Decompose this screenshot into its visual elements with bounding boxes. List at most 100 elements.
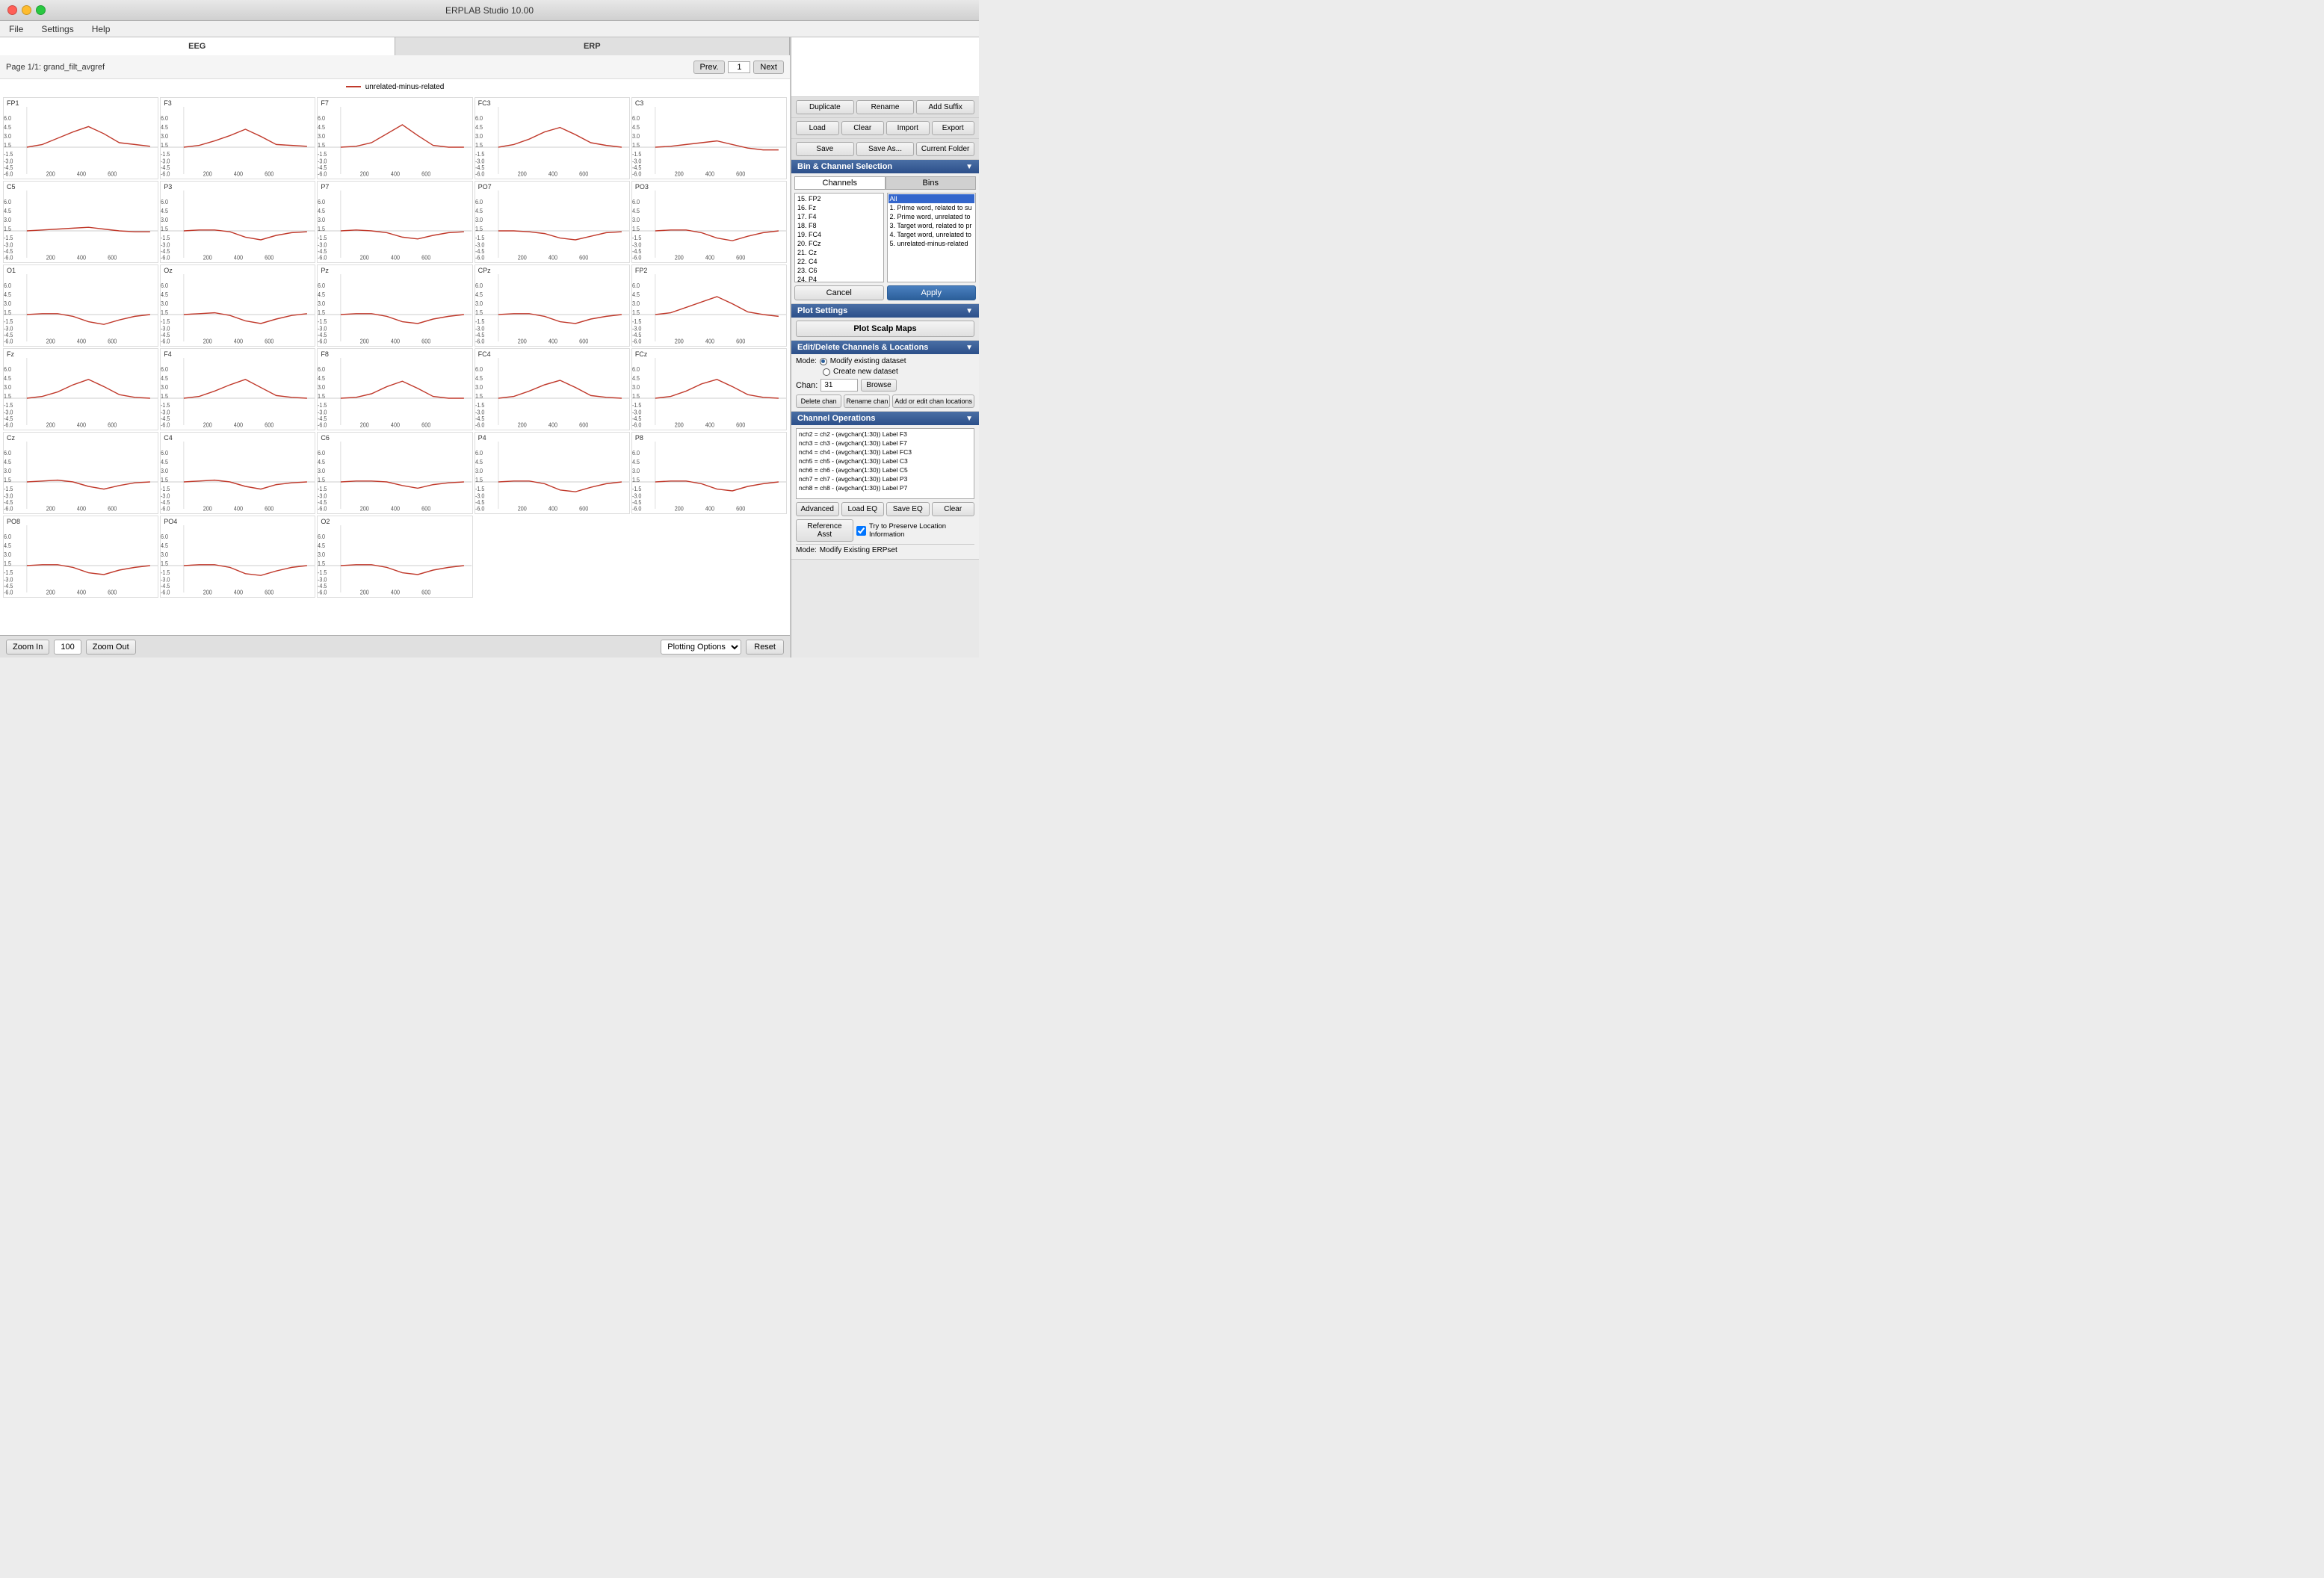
bin-list-item-5[interactable]: 5. unrelated-minus-related <box>889 239 975 248</box>
menu-help[interactable]: Help <box>89 22 114 36</box>
preserve-checkbox[interactable] <box>856 526 866 536</box>
channel-cell-C6[interactable]: C6 6.04.53.01.5-1.5-3.0-4.5-6.0 20040060… <box>317 432 472 514</box>
channel-cell-P8[interactable]: P8 6.04.53.01.5-1.5-3.0-4.5-6.0 20040060… <box>631 432 787 514</box>
import-button[interactable]: Import <box>886 121 930 135</box>
channel-list-item-2[interactable]: 17. F4 <box>796 212 883 221</box>
advanced-button[interactable]: Advanced <box>796 502 839 516</box>
save-eq-button[interactable]: Save EQ <box>886 502 930 516</box>
maximize-button[interactable] <box>36 5 46 15</box>
chan-ops-clear-button[interactable]: Clear <box>932 502 975 516</box>
window-controls[interactable] <box>7 5 46 15</box>
browse-button[interactable]: Browse <box>861 379 896 392</box>
tab-eeg[interactable]: EEG <box>0 37 395 55</box>
add-suffix-button[interactable]: Add Suffix <box>916 100 974 114</box>
chan-input[interactable] <box>820 379 858 392</box>
page-number-input[interactable] <box>728 61 750 73</box>
chan-ops-header[interactable]: Channel Operations ▼ <box>791 412 979 425</box>
channel-cell-F7[interactable]: F7 6.0 4.5 3.0 1.5 -1.5 -3.0 -4.5 -6.0 2… <box>317 97 472 179</box>
bins-list[interactable]: All 1. Prime word, related to su 2. Prim… <box>887 193 977 282</box>
channel-label-FP1: FP1 <box>7 99 19 107</box>
radio-create-new[interactable] <box>823 368 830 376</box>
channel-cell-Fz[interactable]: Fz 6.04.53.01.5-1.5-3.0-4.5-6.0 20040060… <box>3 348 158 430</box>
bin-channel-header[interactable]: Bin & Channel Selection ▼ <box>791 160 979 173</box>
bc-cancel-button[interactable]: Cancel <box>794 285 884 300</box>
channel-cell-O2[interactable]: O2 6.04.53.01.5-1.5-3.0-4.5-6.0 20040060… <box>317 516 472 598</box>
bin-list-item-3[interactable]: 3. Target word, related to pr <box>889 221 975 230</box>
add-edit-locs-button[interactable]: Add or edit chan locations <box>892 394 974 408</box>
current-folder-button[interactable]: Current Folder <box>916 142 974 156</box>
export-button[interactable]: Export <box>932 121 975 135</box>
channel-cell-PO8[interactable]: PO8 6.04.53.01.5-1.5-3.0-4.5-6.0 2004006… <box>3 516 158 598</box>
menu-settings[interactable]: Settings <box>38 22 76 36</box>
channel-cell-P3[interactable]: P3 6.04.53.01.5-1.5-3.0-4.5-6.0 20040060… <box>160 181 315 263</box>
channel-list-item-0[interactable]: 15. FP2 <box>796 194 883 203</box>
channel-list-item-4[interactable]: 19. FC4 <box>796 230 883 239</box>
prev-button[interactable]: Prev. <box>693 61 726 74</box>
channel-cell-C4[interactable]: C4 6.04.53.01.5-1.5-3.0-4.5-6.0 20040060… <box>160 432 315 514</box>
reset-button[interactable]: Reset <box>746 640 784 655</box>
channel-cell-FC4[interactable]: FC4 6.04.53.01.5-1.5-3.0-4.5-6.0 2004006… <box>475 348 630 430</box>
channel-cell-FCz[interactable]: FCz 6.04.53.01.5-1.5-3.0-4.5-6.0 2004006… <box>631 348 787 430</box>
zoom-out-button[interactable]: Zoom Out <box>86 640 136 655</box>
channel-cell-P7[interactable]: P7 6.04.53.01.5-1.5-3.0-4.5-6.0 20040060… <box>317 181 472 263</box>
channels-list[interactable]: 15. FP2 16. Fz 17. F4 18. F8 19. FC4 20.… <box>794 193 884 282</box>
minimize-button[interactable] <box>22 5 31 15</box>
menu-file[interactable]: File <box>6 22 26 36</box>
channel-list-item-7[interactable]: 22. C4 <box>796 257 883 266</box>
channel-cell-F3[interactable]: F3 6.0 4.5 3.0 1.5 -1.5 -3.0 -4.5 -6.0 2… <box>160 97 315 179</box>
save-button[interactable]: Save <box>796 142 854 156</box>
duplicate-button[interactable]: Duplicate <box>796 100 854 114</box>
bin-list-item-2[interactable]: 2. Prime word, unrelated to <box>889 212 975 221</box>
next-button[interactable]: Next <box>753 61 784 74</box>
zoom-in-button[interactable]: Zoom In <box>6 640 49 655</box>
channel-list-item-9[interactable]: 24. P4 <box>796 275 883 282</box>
bin-list-item-all[interactable]: All <box>889 194 975 203</box>
channel-cell-FP1[interactable]: FP1 6.0 4.5 3.0 1.5 -1.5 -3.0 -4.5 -6.0 … <box>3 97 158 179</box>
rename-chan-button[interactable]: Rename chan <box>844 394 890 408</box>
channel-cell-FP2[interactable]: FP2 6.04.53.01.5-1.5-3.0-4.5-6.0 2004006… <box>631 264 787 347</box>
plotting-options-select[interactable]: Plotting Options <box>661 640 741 655</box>
channel-list-item-1[interactable]: 16. Fz <box>796 203 883 212</box>
bc-tab-channels[interactable]: Channels <box>794 176 886 190</box>
edit-delete-header[interactable]: Edit/Delete Channels & Locations ▼ <box>791 341 979 354</box>
right-panel: Duplicate Rename Add Suffix Load Clear I… <box>791 37 979 658</box>
channel-cell-PO7[interactable]: PO7 6.04.53.01.5-1.5-3.0-4.5-6.0 2004006… <box>475 181 630 263</box>
reference-asst-button[interactable]: Reference Asst <box>796 519 853 542</box>
delete-chan-button[interactable]: Delete chan <box>796 394 841 408</box>
channel-cell-Cz[interactable]: Cz 6.04.53.01.5-1.5-3.0-4.5-6.0 20040060… <box>3 432 158 514</box>
channel-cell-O1[interactable]: O1 6.04.53.01.5-1.5-3.0-4.5-6.0 20040060… <box>3 264 158 347</box>
plot-scalp-maps-button[interactable]: Plot Scalp Maps <box>796 321 974 337</box>
clear-button[interactable]: Clear <box>841 121 885 135</box>
rename-button[interactable]: Rename <box>856 100 915 114</box>
save-as-button[interactable]: Save As... <box>856 142 915 156</box>
channel-cell-C3[interactable]: C3 6.0 4.5 3.0 1.5 -1.5 -3.0 -4.5 -6.0 2… <box>631 97 787 179</box>
channel-cell-PO4[interactable]: PO4 6.04.53.01.5-1.5-3.0-4.5-6.0 2004006… <box>160 516 315 598</box>
channel-list-item-5[interactable]: 20. FCz <box>796 239 883 248</box>
channel-cell-F4[interactable]: F4 6.04.53.01.5-1.5-3.0-4.5-6.0 20040060… <box>160 348 315 430</box>
channel-cell-P4[interactable]: P4 6.04.53.01.5-1.5-3.0-4.5-6.0 20040060… <box>475 432 630 514</box>
load-button[interactable]: Load <box>796 121 839 135</box>
channel-cell-Oz[interactable]: Oz 6.04.53.01.5-1.5-3.0-4.5-6.0 20040060… <box>160 264 315 347</box>
bin-list-item-4[interactable]: 4. Target word, unrelated to <box>889 230 975 239</box>
channel-list-item-6[interactable]: 21. Cz <box>796 248 883 257</box>
load-eq-button[interactable]: Load EQ <box>841 502 885 516</box>
operations-list[interactable]: nch2 = ch2 - (avgchan(1:30)) Label F3 nc… <box>796 428 974 499</box>
bin-list-item-1[interactable]: 1. Prime word, related to su <box>889 203 975 212</box>
channel-cell-FC3[interactable]: FC3 6.0 4.5 3.0 1.5 -1.5 -3.0 -4.5 -6.0 … <box>475 97 630 179</box>
channel-cell-C5[interactable]: C5 6.04.53.01.5-1.5-3.0-4.5-6.0 20040060… <box>3 181 158 263</box>
channel-list-item-3[interactable]: 18. F8 <box>796 221 883 230</box>
plot-settings-header[interactable]: Plot Settings ▼ <box>791 304 979 318</box>
bc-tab-bins[interactable]: Bins <box>886 176 977 190</box>
close-button[interactable] <box>7 5 17 15</box>
channel-cell-Pz[interactable]: Pz 6.04.53.01.5-1.5-3.0-4.5-6.0 20040060… <box>317 264 472 347</box>
channel-list-item-8[interactable]: 23. C6 <box>796 266 883 275</box>
channel-cell-PO3[interactable]: PO3 6.04.53.01.5-1.5-3.0-4.5-6.0 2004006… <box>631 181 787 263</box>
tab-erp[interactable]: ERP <box>395 37 791 55</box>
svg-text:200: 200 <box>360 505 370 513</box>
radio-modify-existing[interactable] <box>820 358 827 365</box>
channel-label-Oz: Oz <box>164 267 173 274</box>
channel-cell-CPz[interactable]: CPz 6.04.53.01.5-1.5-3.0-4.5-6.0 2004006… <box>475 264 630 347</box>
channel-cell-F8[interactable]: F8 6.04.53.01.5-1.5-3.0-4.5-6.0 20040060… <box>317 348 472 430</box>
svg-text:-1.5: -1.5 <box>161 318 170 325</box>
bc-apply-button[interactable]: Apply <box>887 285 977 300</box>
